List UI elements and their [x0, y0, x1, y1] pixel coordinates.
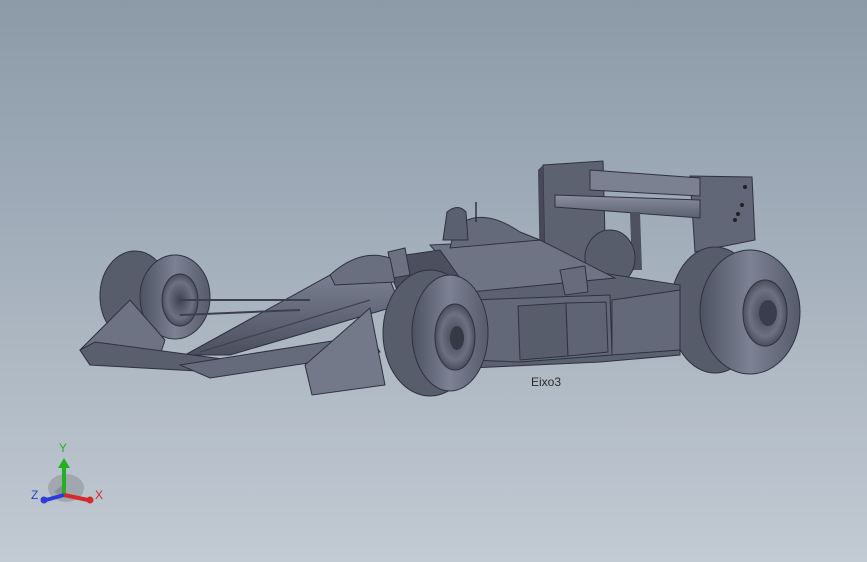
graphics-viewport[interactable]: Eixo3 Y X Z — [0, 0, 867, 562]
triad-axes-icon — [40, 458, 94, 504]
triad-z-label: Z — [31, 488, 39, 502]
triad-y-label: Y — [59, 441, 68, 455]
front-right-wheel — [382, 269, 489, 397]
f1-car-model[interactable] — [0, 0, 867, 562]
triad-x-label: X — [95, 488, 104, 502]
axis-annotation-label[interactable]: Eixo3 — [531, 375, 561, 389]
rear-right-wheel — [669, 246, 801, 375]
reference-triad: Y X Z — [28, 440, 108, 515]
